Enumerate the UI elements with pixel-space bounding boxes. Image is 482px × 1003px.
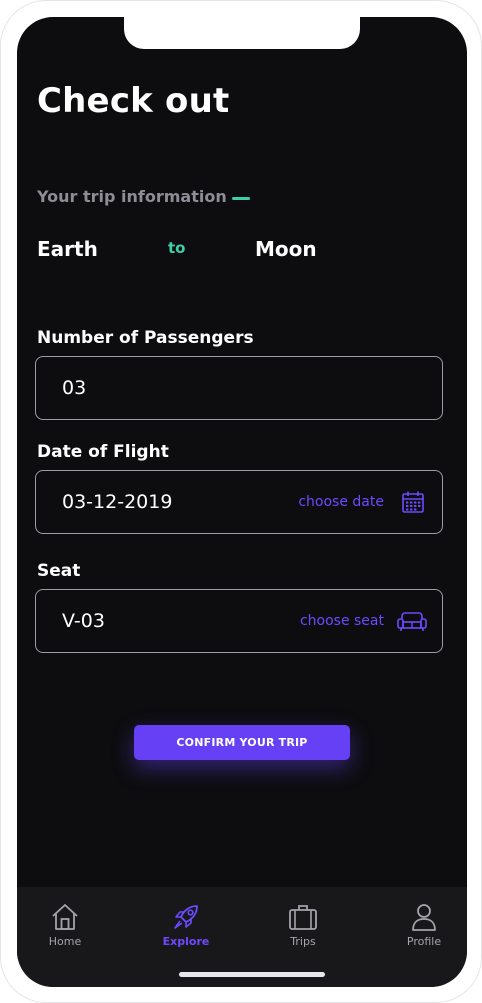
tab-profile[interactable]: Profile: [379, 901, 467, 957]
section-dash: [232, 197, 250, 200]
confirm-trip-button[interactable]: CONFIRM YOUR TRIP: [134, 725, 350, 760]
tab-trips[interactable]: Trips: [258, 901, 348, 957]
tab-profile-label: Profile: [406, 935, 442, 948]
calendar-icon[interactable]: [400, 489, 426, 515]
tab-explore[interactable]: Explore: [141, 901, 231, 957]
flight-date-value: 03-12-2019: [62, 491, 173, 513]
passengers-field[interactable]: 03: [35, 356, 443, 420]
flight-date-label: Date of Flight: [37, 442, 169, 462]
flight-date-field[interactable]: 03-12-2019 choose date: [35, 470, 443, 534]
passengers-value: 03: [62, 377, 87, 399]
device-notch: [124, 17, 360, 49]
home-indicator: [179, 972, 325, 977]
seat-field[interactable]: V-03 choose seat: [35, 589, 443, 653]
tab-explore-label: Explore: [162, 935, 210, 948]
phone-frame: Check out Your trip information Earth to…: [0, 0, 482, 1003]
choose-seat-link[interactable]: choose seat: [300, 613, 384, 629]
seat-label: Seat: [37, 561, 81, 581]
person-icon: [412, 904, 436, 931]
home-icon: [52, 904, 78, 930]
tab-trips-label: Trips: [290, 935, 316, 948]
app-screen: Check out Your trip information Earth to…: [17, 17, 467, 987]
route-destination: Moon: [255, 237, 317, 261]
sofa-icon[interactable]: [396, 608, 428, 634]
trip-info-label: Your trip information: [37, 187, 227, 206]
tab-home-label: Home: [48, 935, 82, 948]
choose-date-link[interactable]: choose date: [298, 494, 384, 510]
page-title: Check out: [37, 81, 230, 121]
seat-value: V-03: [62, 610, 105, 632]
passengers-label: Number of Passengers: [37, 328, 254, 348]
route-origin: Earth: [37, 237, 98, 261]
tab-home[interactable]: Home: [20, 901, 110, 957]
route-connector: to: [168, 239, 186, 257]
suitcase-icon: [289, 905, 317, 930]
rocket-icon: [174, 905, 198, 929]
